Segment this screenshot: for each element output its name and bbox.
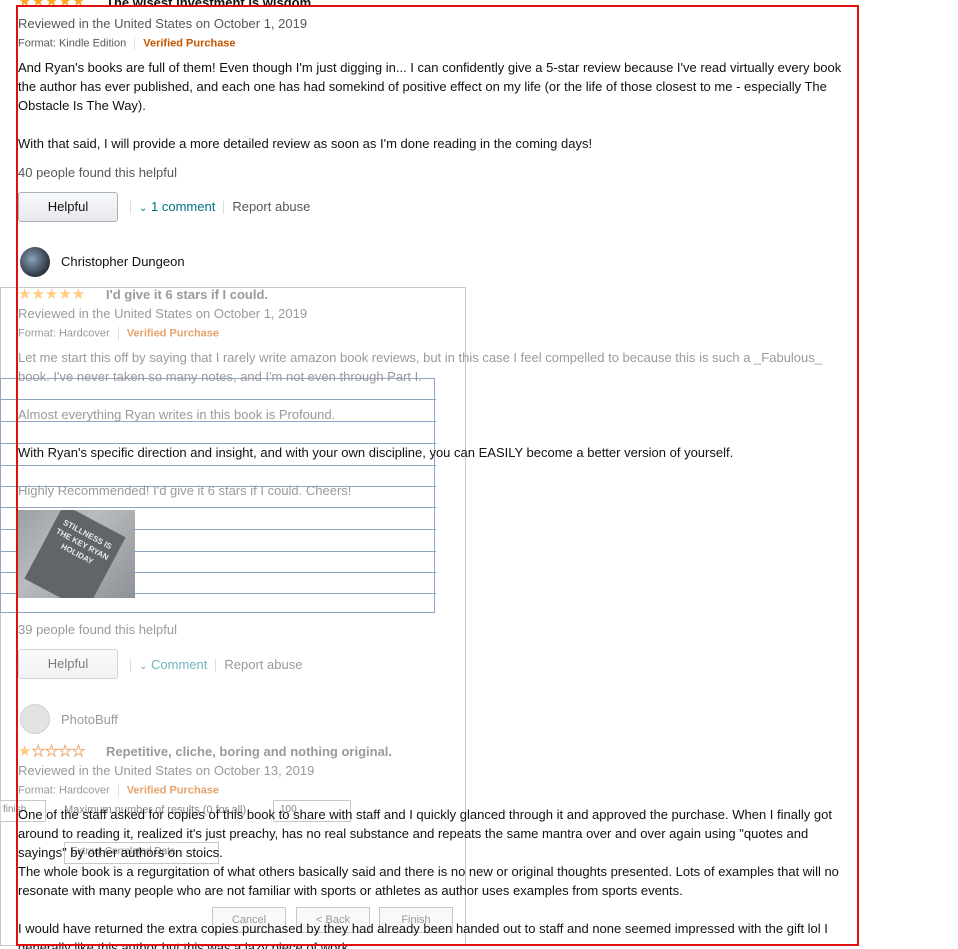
highlight-box: [16, 5, 859, 946]
